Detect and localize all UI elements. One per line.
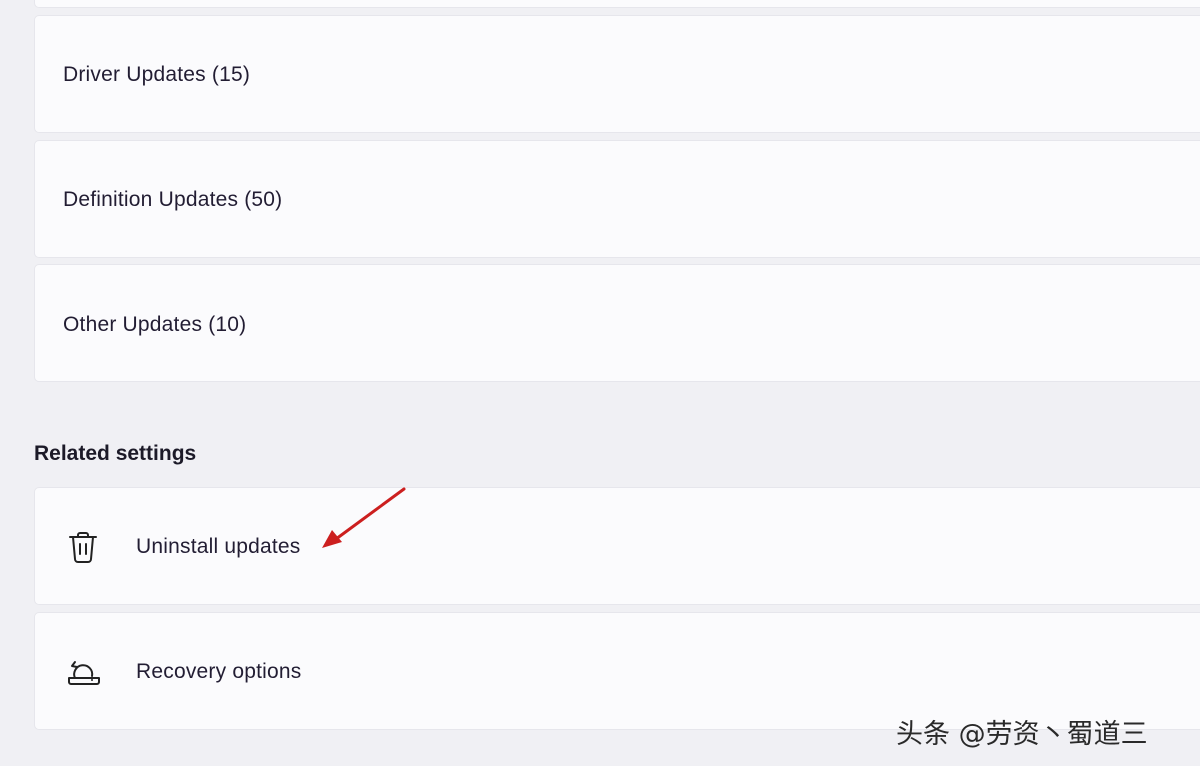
windows-update-advanced-options-page: Driver Updates (15) Definition Updates (… [0,0,1200,766]
previous-card [34,0,1200,8]
watermark-text: 头条 @劳资丶蜀道三 [896,719,1148,750]
driver-updates-label: Driver Updates (15) [63,63,251,86]
definition-updates-label: Definition Updates (50) [63,188,283,211]
other-updates-card[interactable]: Other Updates (10) [34,264,1200,382]
annotation-arrow-icon [322,487,406,548]
driver-updates-card[interactable]: Driver Updates (15) [34,15,1200,133]
other-updates-label: Other Updates (10) [63,313,247,336]
uninstall-updates-button[interactable]: Uninstall updates [34,487,1200,605]
recovery-options-label: Recovery options [136,660,302,683]
recovery-icon [66,652,100,686]
definition-updates-card[interactable]: Definition Updates (50) [34,140,1200,258]
trash-icon [66,530,100,564]
related-settings-heading: Related settings [34,442,197,465]
uninstall-updates-label: Uninstall updates [136,535,301,558]
